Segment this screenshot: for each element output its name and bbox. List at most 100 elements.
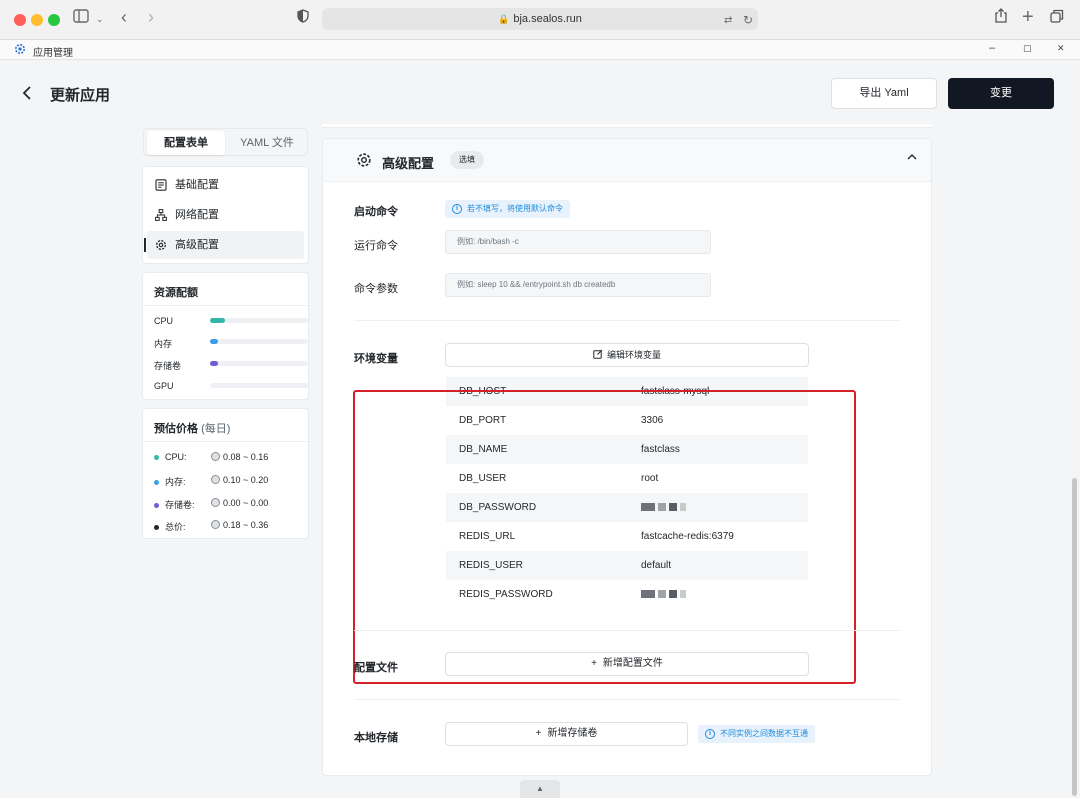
legend-dot — [154, 503, 159, 509]
privacy-shield-icon[interactable] — [297, 8, 309, 30]
price-value: 0.18 ~ 0.36 — [211, 520, 268, 530]
resource-row: 内存 — [154, 337, 308, 350]
divider — [143, 441, 308, 442]
info-icon: i — [705, 729, 715, 739]
sidebar-toggle-icon[interactable] — [73, 8, 89, 30]
export-yaml-button[interactable]: 导出 Yaml — [831, 78, 937, 109]
command-args-label: 命令参数 — [354, 283, 398, 295]
legend-dot — [154, 525, 159, 531]
address-bar[interactable]: 🔒 bja.sealos.run — [322, 8, 758, 30]
coin-icon — [211, 520, 220, 529]
lock-icon: 🔒 — [498, 14, 510, 24]
divider — [143, 305, 308, 306]
nav-item-label: 网络配置 — [175, 209, 219, 221]
price-row: 内存: 0.10 ~ 0.20 — [154, 475, 268, 488]
advanced-config-panel: 高级配置 选填 启动命令 i 若不填写，将使用默认命令 运行命令 例如: /bi… — [322, 138, 932, 776]
app-gear-icon — [15, 44, 25, 54]
storage-hint: i 不同实例之间数据不互通 — [698, 725, 815, 743]
reload-icon[interactable]: ↻ — [743, 9, 753, 31]
minimize-icon[interactable]: – — [989, 42, 995, 54]
divider — [354, 630, 900, 631]
scrollbar[interactable] — [1072, 478, 1077, 796]
price-card: 预估价格 (每日) CPU: 0.08 ~ 0.16 内存: 0.10 ~ 0.20 存… — [142, 408, 309, 539]
config-file-label: 配置文件 — [354, 662, 398, 674]
chevron-down-icon[interactable]: ⌄ — [96, 8, 104, 30]
edit-env-button[interactable]: 编辑环境变量 — [445, 343, 809, 367]
coin-icon — [211, 452, 220, 461]
share-icon[interactable] — [995, 8, 1007, 30]
nav-item-advanced[interactable]: 高级配置 — [144, 231, 304, 259]
page-content: 更新应用 导出 Yaml 变更 配置表单 YAML 文件 基础配置 网络配置 高… — [0, 60, 1080, 798]
url-text: bja.sealos.run — [513, 13, 582, 25]
app-titlebar: 应用管理 – ▢ ✕ — [0, 40, 1080, 60]
resource-row: GPU — [154, 381, 308, 391]
zoom-window-button[interactable] — [48, 14, 60, 26]
nav-item-label: 高级配置 — [175, 239, 219, 251]
translate-icon[interactable]: ⇄ — [724, 10, 732, 32]
command-args-input[interactable]: 例如: sleep 10 && /entrypoint.sh db create… — [445, 273, 711, 297]
local-storage-label: 本地存储 — [354, 732, 398, 744]
resource-quota-card: 资源配额 CPU 内存 存储卷 GPU — [142, 272, 309, 400]
resource-bar-fill — [210, 361, 218, 366]
price-row: CPU: 0.08 ~ 0.16 — [154, 452, 268, 462]
resource-label: 内存 — [154, 339, 173, 349]
browser-toolbar: ⌄ ‹ › 🔒 bja.sealos.run ⇄ ↻ + — [0, 0, 1080, 40]
plus-icon: + — [591, 658, 597, 669]
back-nav-icon[interactable]: ‹ — [121, 6, 127, 28]
tab-config-form[interactable]: 配置表单 — [147, 131, 225, 155]
price-row: 总价: 0.18 ~ 0.36 — [154, 520, 268, 533]
startup-hint: i 若不填写，将使用默认命令 — [445, 200, 570, 218]
panel-header[interactable]: 高级配置 选填 — [323, 139, 931, 182]
network-icon — [155, 209, 167, 221]
tab-overview-icon[interactable] — [1050, 8, 1064, 30]
close-window-button[interactable] — [14, 14, 26, 26]
price-label: 内存: — [165, 477, 186, 487]
maximize-icon[interactable]: ▢ — [1023, 43, 1032, 54]
scroll-to-top-icon[interactable]: ▲ — [520, 780, 560, 798]
page-title: 更新应用 — [50, 87, 111, 104]
new-tab-icon[interactable]: + — [1022, 6, 1034, 28]
chevron-up-icon[interactable] — [907, 152, 917, 163]
close-icon[interactable]: ✕ — [1057, 43, 1065, 54]
add-config-file-button[interactable]: + 新增配置文件 — [445, 652, 809, 676]
previous-section-edge — [322, 124, 932, 128]
back-arrow-icon[interactable] — [22, 83, 32, 106]
edit-icon — [593, 349, 603, 359]
startup-command-label: 启动命令 — [354, 206, 398, 218]
resource-row: 存储卷 — [154, 359, 308, 372]
panel-title: 高级配置 — [382, 156, 435, 171]
resource-bar — [210, 361, 308, 366]
annotation-highlight-box — [353, 390, 856, 684]
resource-bar — [210, 318, 308, 323]
nav-item-basic[interactable]: 基础配置 — [147, 171, 304, 199]
forward-nav-icon[interactable]: › — [148, 6, 154, 28]
resource-bar — [210, 383, 308, 388]
legend-dot — [154, 455, 159, 461]
change-button[interactable]: 变更 — [948, 78, 1054, 109]
tab-yaml-file[interactable]: YAML 文件 — [228, 131, 306, 155]
resource-label: GPU — [154, 381, 174, 391]
price-value: 0.08 ~ 0.16 — [211, 452, 268, 462]
optional-badge: 选填 — [450, 151, 484, 169]
side-nav: 基础配置 网络配置 高级配置 — [142, 166, 309, 264]
price-title: 预估价格 (每日) — [154, 423, 231, 435]
document-icon — [155, 179, 167, 191]
price-label: 总价: — [165, 522, 186, 532]
divider — [354, 320, 900, 321]
coin-icon — [211, 498, 220, 507]
run-command-label: 运行命令 — [354, 240, 398, 252]
price-row: 存储卷: 0.00 ~ 0.00 — [154, 498, 268, 511]
active-indicator — [144, 238, 146, 252]
resource-label: 存储卷 — [154, 361, 182, 371]
resource-bar-fill — [210, 339, 218, 344]
resource-quota-title: 资源配额 — [154, 287, 198, 299]
nav-item-network[interactable]: 网络配置 — [147, 201, 304, 229]
minimize-window-button[interactable] — [31, 14, 43, 26]
env-vars-label: 环境变量 — [354, 353, 398, 365]
gear-icon — [357, 153, 371, 167]
run-command-input[interactable]: 例如: /bin/bash -c — [445, 230, 711, 254]
divider — [354, 699, 900, 700]
legend-dot — [154, 480, 159, 486]
app-title: 应用管理 — [33, 48, 73, 59]
add-storage-button[interactable]: + 新增存储卷 — [445, 722, 688, 746]
